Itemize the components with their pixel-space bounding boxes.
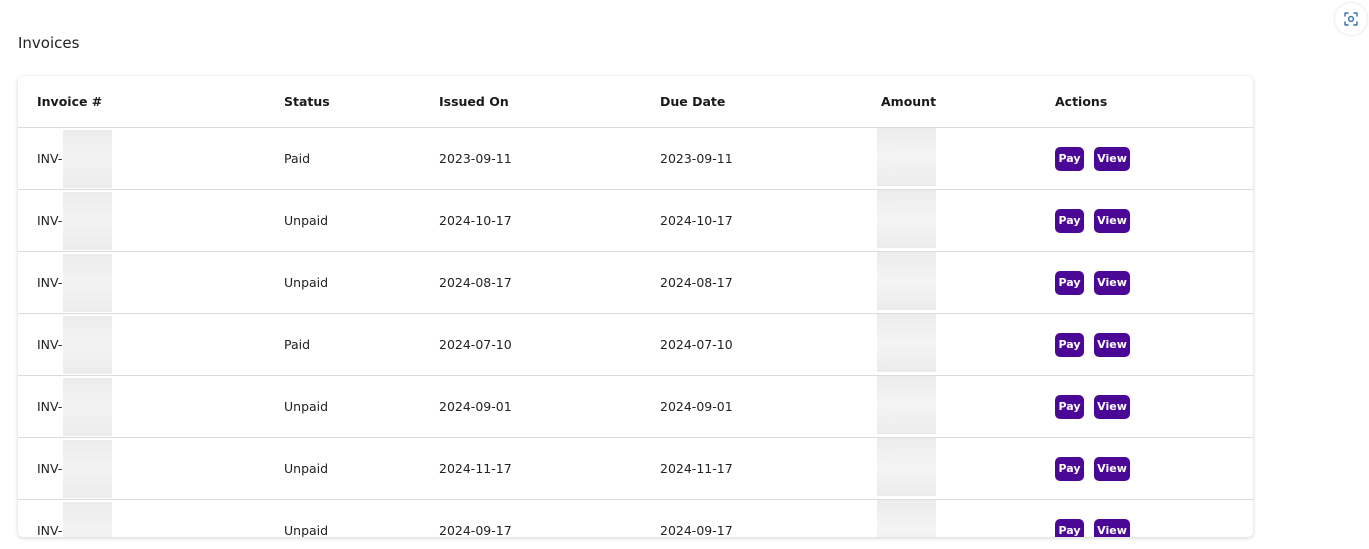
issued-on-cell: 2024-07-10 xyxy=(439,313,660,376)
amount-cell xyxy=(877,500,1055,537)
redacted-amount xyxy=(877,190,936,248)
column-header-status: Status xyxy=(284,76,439,128)
table-row: INV- Unpaid 2024-09-01 2024-09-01 Pay Vie… xyxy=(18,375,1253,438)
page-title: Invoices xyxy=(18,34,80,52)
invoice-number: INV- xyxy=(37,151,63,166)
redacted-invoice-id xyxy=(63,129,113,188)
redacted-amount xyxy=(877,252,936,310)
redacted-invoice-id xyxy=(63,377,113,436)
pay-button[interactable]: Pay xyxy=(1055,208,1084,233)
redacted-amount xyxy=(877,314,936,372)
due-date-cell: 2024-09-01 xyxy=(660,375,881,438)
pay-button[interactable]: Pay xyxy=(1055,332,1084,357)
redacted-invoice-id xyxy=(63,315,113,374)
column-header-actions: Actions xyxy=(1055,76,1253,128)
table-row: INV- Unpaid 2024-09-17 2024-09-17 Pay Vie… xyxy=(18,500,1253,537)
invoices-card: Invoice # Status Issued On Due Date Amou… xyxy=(18,76,1253,537)
amount-cell xyxy=(877,375,1055,438)
invoice-cell: INV- xyxy=(18,375,284,438)
view-button[interactable]: View xyxy=(1094,394,1130,419)
status-cell: Unpaid xyxy=(284,189,439,252)
actions-cell: Pay View xyxy=(1055,437,1253,500)
invoice-number: INV- xyxy=(37,461,63,476)
invoice-cell: INV- xyxy=(18,437,284,500)
redacted-amount xyxy=(877,376,936,434)
table-row: INV- Paid 2024-07-10 2024-07-10 Pay View xyxy=(18,313,1253,376)
pay-button[interactable]: Pay xyxy=(1055,270,1084,295)
status-cell: Unpaid xyxy=(284,437,439,500)
column-header-due-date: Due Date xyxy=(660,76,881,128)
table-row: INV- Paid 2023-09-11 2023-09-11 Pay View xyxy=(18,127,1253,190)
amount-cell xyxy=(877,251,1055,314)
issued-on-cell: 2024-10-17 xyxy=(439,189,660,252)
redacted-amount xyxy=(877,500,936,537)
view-button[interactable]: View xyxy=(1094,518,1130,537)
invoice-cell: INV- xyxy=(18,127,284,190)
redacted-amount xyxy=(877,128,936,186)
issued-on-cell: 2024-08-17 xyxy=(439,251,660,314)
redacted-invoice-id xyxy=(63,439,113,498)
due-date-cell: 2024-10-17 xyxy=(660,189,881,252)
due-date-cell: 2024-11-17 xyxy=(660,437,881,500)
issued-on-cell: 2024-09-17 xyxy=(439,523,512,537)
invoice-number: INV- xyxy=(37,275,63,290)
scan-button[interactable] xyxy=(1335,3,1367,35)
issued-on-cell: 2024-11-17 xyxy=(439,437,660,500)
invoice-number: INV- xyxy=(37,523,63,537)
view-button[interactable]: View xyxy=(1094,270,1130,295)
amount-cell xyxy=(877,313,1055,376)
pay-button[interactable]: Pay xyxy=(1055,394,1084,419)
due-date-cell: 2024-07-10 xyxy=(660,313,881,376)
issued-on-cell: 2023-09-11 xyxy=(439,127,660,190)
status-cell: Unpaid xyxy=(284,251,439,314)
actions-cell: Pay View xyxy=(1055,127,1253,190)
status-cell: Paid xyxy=(284,313,439,376)
issued-on-cell: 2024-09-01 xyxy=(439,375,660,438)
column-header-issued-on: Issued On xyxy=(439,76,660,128)
pay-button[interactable]: Pay xyxy=(1055,146,1084,171)
invoice-cell: INV- xyxy=(18,189,284,252)
actions-cell: Pay View xyxy=(1055,189,1253,252)
actions-cell: Pay View xyxy=(1055,251,1253,314)
invoice-number: INV- xyxy=(37,337,63,352)
invoice-number: INV- xyxy=(37,213,63,228)
due-date-cell: 2024-08-17 xyxy=(660,251,881,314)
view-button[interactable]: View xyxy=(1094,208,1130,233)
actions-cell: Pay View xyxy=(1055,500,1253,537)
amount-cell xyxy=(877,437,1055,500)
pay-button[interactable]: Pay xyxy=(1055,518,1084,537)
redacted-invoice-id xyxy=(63,501,113,537)
table-header-row: Invoice # Status Issued On Due Date Amou… xyxy=(18,76,1253,128)
view-button[interactable]: View xyxy=(1094,332,1130,357)
table-row: INV- Unpaid 2024-08-17 2024-08-17 Pay Vie… xyxy=(18,251,1253,314)
amount-cell xyxy=(877,127,1055,190)
status-cell: Unpaid xyxy=(284,375,439,438)
column-header-invoice: Invoice # xyxy=(18,76,284,128)
invoices-table: Invoice # Status Issued On Due Date Amou… xyxy=(18,76,1253,537)
invoice-cell: INV- xyxy=(18,313,284,376)
redacted-amount xyxy=(877,438,936,496)
page: Invoices Invoice # Status Issued On Due … xyxy=(0,0,1369,549)
actions-cell: Pay View xyxy=(1055,313,1253,376)
due-date-cell: 2023-09-11 xyxy=(660,127,881,190)
table-row: INV- Unpaid 2024-10-17 2024-10-17 Pay Vie… xyxy=(18,189,1253,252)
due-date-cell: 2024-09-17 xyxy=(660,523,733,537)
invoice-cell: INV- xyxy=(18,500,284,537)
scan-icon xyxy=(1344,12,1358,26)
view-button[interactable]: View xyxy=(1094,456,1130,481)
amount-cell xyxy=(877,189,1055,252)
view-button[interactable]: View xyxy=(1094,146,1130,171)
status-cell: Paid xyxy=(284,127,439,190)
redacted-invoice-id xyxy=(63,253,113,312)
invoice-number: INV- xyxy=(37,399,63,414)
column-header-amount: Amount xyxy=(881,76,1055,128)
pay-button[interactable]: Pay xyxy=(1055,456,1084,481)
table-row: INV- Unpaid 2024-11-17 2024-11-17 Pay Vie… xyxy=(18,437,1253,500)
status-cell: Unpaid xyxy=(284,523,329,537)
actions-cell: Pay View xyxy=(1055,375,1253,438)
redacted-invoice-id xyxy=(63,191,113,250)
invoice-cell: INV- xyxy=(18,251,284,314)
